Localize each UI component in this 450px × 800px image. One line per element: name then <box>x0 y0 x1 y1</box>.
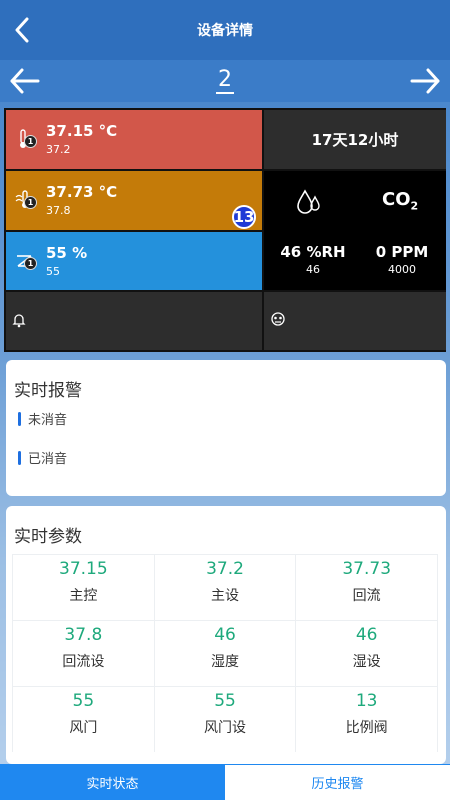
device-status-grid: 1 37.15 °C 37.2 1 37.73 °C 37.8 13 1 55 … <box>4 108 446 352</box>
water-drop-icon <box>297 189 320 214</box>
fan-status-cell[interactable] <box>264 292 446 350</box>
alarm-card-title: 实时报警 <box>14 381 82 401</box>
next-device-button[interactable] <box>408 66 442 96</box>
param-value: 13 <box>355 691 378 711</box>
return-temp-setpoint: 37.8 <box>46 204 71 217</box>
app-header: 设备详情 <box>0 0 450 60</box>
co2-value: 0 PPM <box>375 243 429 261</box>
param-value: 37.8 <box>64 625 103 645</box>
co2-setpoint: 4000 <box>388 263 416 276</box>
device-pager: 2 <box>0 60 450 102</box>
runtime-value: 17天12小时 <box>311 131 399 149</box>
param-cell: 37.2 主设 <box>155 555 297 620</box>
sensor-badge: 1 <box>24 135 37 148</box>
alarm-item-silenced[interactable]: 已消音 <box>18 448 67 467</box>
bell-icon <box>12 314 26 328</box>
bottom-tab-bar: 实时状态 历史报警 <box>0 764 450 800</box>
alarm-status-cell[interactable] <box>6 292 262 350</box>
param-label: 风门设 <box>204 720 246 736</box>
param-label: 比例阀 <box>345 720 388 736</box>
param-cell: 37.73 回流 <box>296 555 439 620</box>
param-cell: 55 风门设 <box>155 687 297 752</box>
runtime-cell: 17天12小时 <box>264 110 446 169</box>
alarm-item-unsilenced[interactable]: 未消音 <box>18 409 67 428</box>
device-number: 2 <box>0 67 450 94</box>
param-label: 回流设 <box>62 654 105 670</box>
damper-cell[interactable]: 1 55 % 55 <box>6 232 262 290</box>
param-label: 湿设 <box>352 654 381 670</box>
chevron-left-icon <box>15 17 29 43</box>
damper-setpoint: 55 <box>46 265 60 278</box>
params-row: 55 风门 55 风门设 13 比例阀 <box>12 686 439 752</box>
param-label: 回流 <box>352 588 381 604</box>
param-value: 46 <box>214 625 236 645</box>
proportional-valve-badge: 13 <box>232 205 256 229</box>
arrow-right-icon <box>410 68 440 94</box>
params-row: 37.15 主控 37.2 主设 37.73 回流 <box>12 554 439 620</box>
param-cell: 46 湿度 <box>155 621 297 686</box>
sensor-badge: 1 <box>24 257 37 270</box>
co2-label: CO2 <box>382 189 418 213</box>
param-cell: 46 湿设 <box>296 621 439 686</box>
param-value: 37.15 <box>59 559 108 579</box>
damper-value: 55 % <box>46 244 88 262</box>
humidity-value: 46 %RH <box>280 243 346 261</box>
param-cell: 37.8 回流设 <box>12 621 155 686</box>
param-label: 湿度 <box>211 654 239 670</box>
alarm-item-label: 已消音 <box>28 452 68 467</box>
back-button[interactable] <box>10 16 34 44</box>
fan-icon <box>271 312 285 326</box>
page-title: 设备详情 <box>197 23 253 39</box>
main-temp-setpoint: 37.2 <box>46 143 71 156</box>
param-label: 风门 <box>69 720 98 736</box>
tab-history-alarms[interactable]: 历史报警 <box>225 764 450 800</box>
realtime-params-card: 实时参数 37.15 主控 37.2 主设 37.73 回流 37.8 回流设 … <box>6 506 446 764</box>
param-value: 55 <box>214 691 236 711</box>
tab-realtime-status[interactable]: 实时状态 <box>0 764 225 800</box>
params-row: 37.8 回流设 46 湿度 46 湿设 <box>12 620 439 686</box>
alarm-marker <box>18 411 21 426</box>
param-value: 37.2 <box>206 559 244 579</box>
return-temp-value: 37.73 °C <box>46 183 118 201</box>
sensor-badge: 1 <box>24 196 37 209</box>
main-temp-cell[interactable]: 1 37.15 °C 37.2 <box>6 110 262 169</box>
realtime-alarm-card: 实时报警 未消音 已消音 <box>6 360 446 496</box>
param-cell: 37.15 主控 <box>12 555 155 620</box>
param-value: 46 <box>355 625 378 645</box>
device-number-text: 2 <box>216 67 234 94</box>
humidity-setpoint: 46 <box>306 263 320 276</box>
params-table: 37.15 主控 37.2 主设 37.73 回流 37.8 回流设 46 湿度 <box>12 554 439 752</box>
param-label: 主控 <box>69 588 98 604</box>
param-cell: 13 比例阀 <box>296 687 439 752</box>
co2-subscript: 2 <box>410 199 419 213</box>
return-temp-cell[interactable]: 1 37.73 °C 37.8 13 <box>6 171 262 230</box>
param-label: 主设 <box>211 588 239 604</box>
param-value: 55 <box>72 691 95 711</box>
humidity-co2-cell[interactable]: CO2 46 %RH 46 0 PPM 4000 <box>264 171 446 290</box>
params-card-title: 实时参数 <box>14 527 82 547</box>
param-value: 37.73 <box>342 559 392 579</box>
alarm-item-label: 未消音 <box>28 413 68 428</box>
main-temp-value: 37.15 °C <box>46 122 118 140</box>
param-cell: 55 风门 <box>12 687 155 752</box>
co2-label-text: CO <box>382 189 411 210</box>
alarm-marker <box>18 450 21 465</box>
